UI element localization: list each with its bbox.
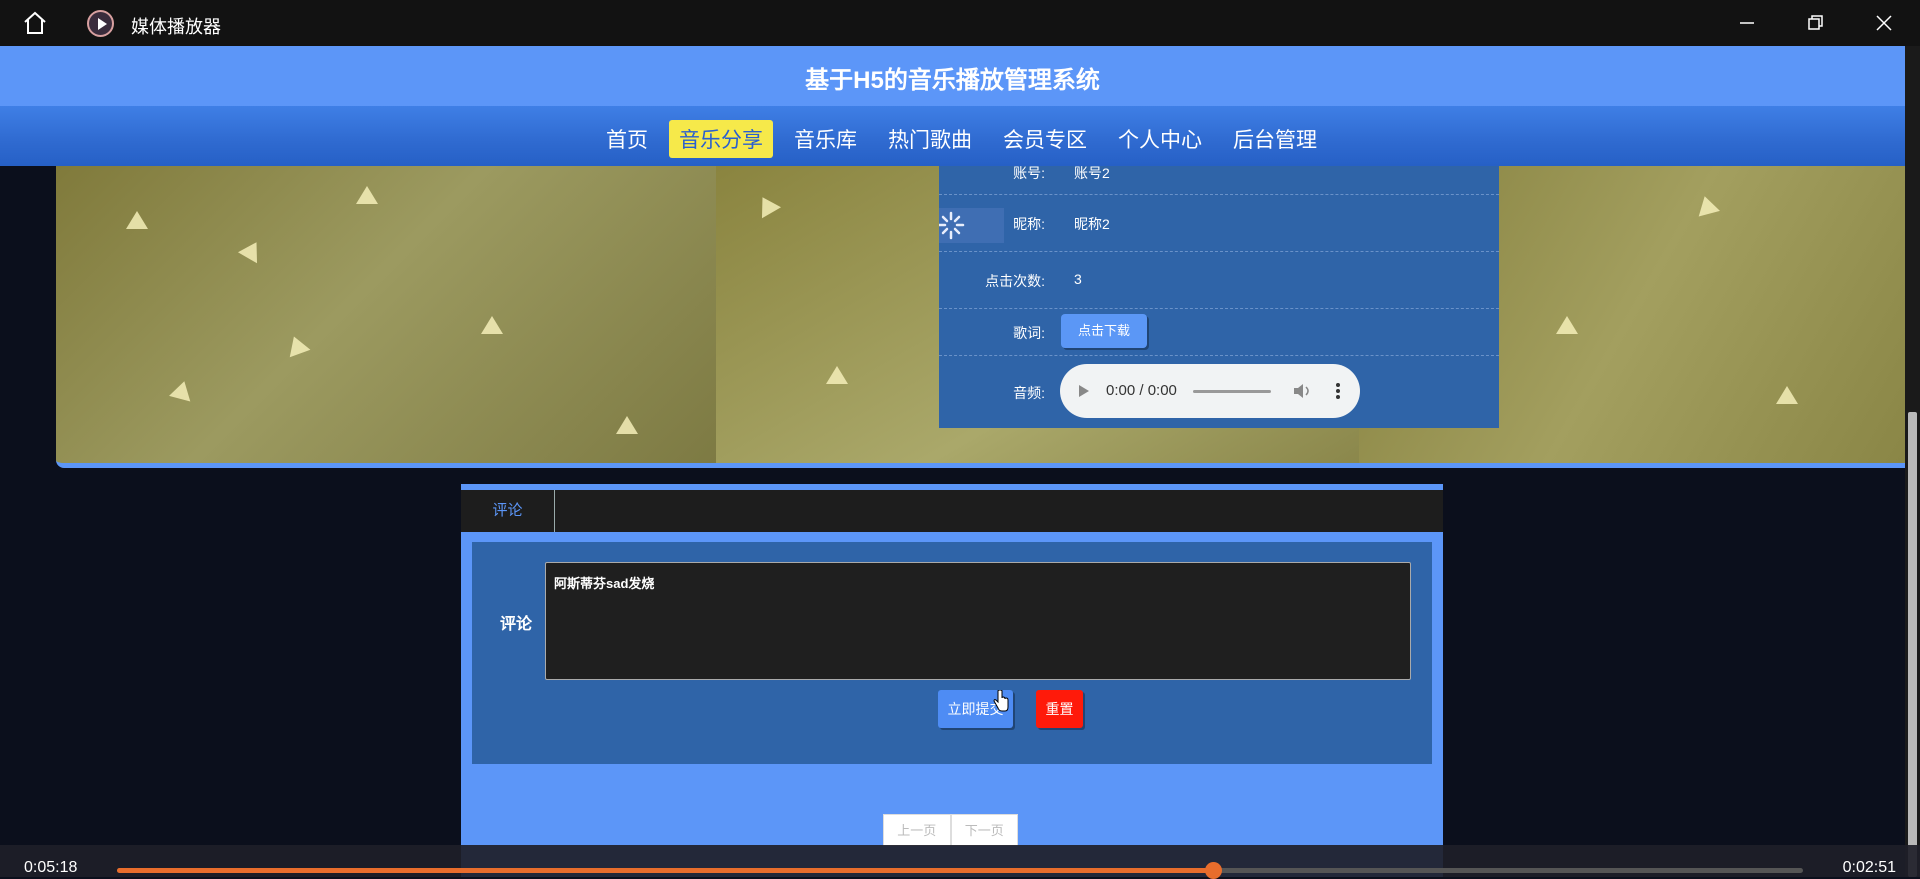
site-title: 基于H5的音乐播放管理系统	[805, 67, 1100, 94]
nav-item[interactable]: 音乐分享	[669, 120, 773, 158]
comment-tab-bar: 评论	[461, 490, 1443, 532]
main-nav: 首页 音乐分享 音乐库 热门歌曲 会员专区 个人中心 后台管理	[0, 106, 1905, 166]
window-title-bar: 媒体播放器	[0, 0, 1920, 46]
nav-item[interactable]: 后台管理	[1223, 120, 1327, 158]
comment-form: 评论 阿斯蒂芬sad发烧 立即提交 重置	[472, 542, 1432, 764]
pagination: 上一页 下一页	[883, 814, 1018, 846]
comment-textarea[interactable]: 阿斯蒂芬sad发烧	[545, 562, 1411, 680]
progress-fill	[117, 868, 1213, 873]
volume-icon[interactable]	[1293, 383, 1311, 399]
remaining-time: 0:02:51	[1842, 859, 1896, 876]
download-lyrics-button[interactable]: 点击下载	[1061, 314, 1147, 348]
elapsed-time: 0:05:18	[24, 859, 78, 876]
comment-label: 评论	[500, 616, 533, 633]
more-options-icon[interactable]	[1335, 382, 1341, 400]
prev-page-button[interactable]: 上一页	[883, 814, 951, 846]
comment-section: 评论 评论 阿斯蒂芬sad发烧 立即提交 重置 上一页 下一页	[461, 484, 1443, 877]
lyrics-row: 歌词: 点击下载	[939, 308, 1499, 356]
reset-button[interactable]: 重置	[1036, 690, 1083, 728]
page-scrollbar[interactable]	[1905, 46, 1920, 877]
nav-item[interactable]: 音乐库	[784, 120, 867, 158]
site-header: 基于H5的音乐播放管理系统	[0, 46, 1905, 106]
play-icon[interactable]	[1078, 384, 1090, 398]
nickname-value: 昵称2	[1074, 216, 1110, 232]
media-player-logo-icon	[87, 10, 114, 37]
nav-item[interactable]: 热门歌曲	[878, 120, 982, 158]
clicks-value: 3	[1074, 271, 1082, 287]
nav-item[interactable]: 会员专区	[993, 120, 1097, 158]
nickname-row: 昵称: 昵称2	[939, 194, 1499, 252]
media-control-bar: 0:05:18 0:02:51	[0, 845, 1920, 879]
progress-knob[interactable]	[1204, 862, 1222, 879]
audio-player: 0:00 / 0:00	[1060, 364, 1360, 418]
audio-time: 0:00 / 0:00	[1106, 382, 1177, 399]
close-icon[interactable]	[1871, 10, 1897, 36]
lyrics-label: 歌词:	[1013, 325, 1045, 341]
loading-spinner-icon	[937, 208, 1004, 243]
next-page-button[interactable]: 下一页	[950, 814, 1018, 846]
clicks-row: 点击次数: 3	[939, 251, 1499, 309]
home-icon[interactable]	[22, 11, 48, 35]
account-row: 账号: 账号2	[939, 165, 1499, 195]
clicks-label: 点击次数:	[985, 273, 1045, 289]
audio-seek-bar[interactable]	[1193, 390, 1271, 393]
nav-item[interactable]: 首页	[596, 120, 658, 158]
restore-icon[interactable]	[1802, 10, 1828, 36]
tab-comments[interactable]: 评论	[461, 490, 555, 532]
minimize-icon[interactable]	[1734, 10, 1760, 36]
nav-item[interactable]: 个人中心	[1108, 120, 1212, 158]
playback-progress-bar[interactable]	[117, 862, 1803, 879]
window-title: 媒体播放器	[131, 17, 221, 37]
audio-label: 音频:	[1013, 385, 1045, 401]
scrollbar-thumb[interactable]	[1908, 412, 1917, 877]
hand-cursor-icon	[993, 690, 1009, 712]
account-label: 账号:	[1013, 165, 1045, 181]
account-value: 账号2	[1074, 165, 1110, 181]
